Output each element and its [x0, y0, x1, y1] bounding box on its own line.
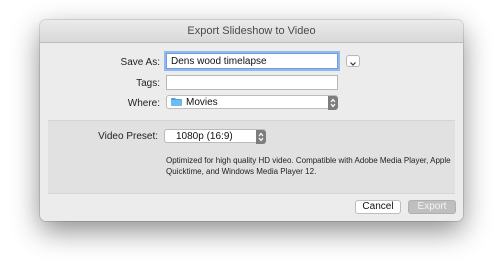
where-popup[interactable]: Movies — [166, 95, 338, 110]
cancel-button[interactable]: Cancel — [355, 200, 401, 214]
video-preset-label: Video Preset: — [98, 131, 158, 142]
where-label: Where: — [127, 98, 160, 109]
up-down-arrows-icon — [330, 98, 336, 108]
dialog-title: Export Slideshow to Video — [40, 20, 463, 43]
preset-stepper — [256, 130, 266, 144]
expand-dialog-button[interactable] — [346, 55, 360, 67]
export-dialog: Export Slideshow to Video Save As: Dens … — [40, 20, 463, 221]
chevron-down-icon — [350, 62, 356, 66]
video-preset-value: 1080p (16:9) — [176, 131, 233, 142]
up-down-arrows-icon — [258, 132, 264, 142]
video-preset-description: Optimized for high quality HD video. Com… — [166, 156, 451, 176]
save-as-value: Dens wood timelapse — [171, 56, 267, 67]
video-preset-popup[interactable]: 1080p (16:9) — [164, 129, 266, 144]
tags-field[interactable] — [166, 75, 338, 90]
export-button[interactable]: Export — [408, 200, 456, 214]
save-as-label: Save As: — [120, 57, 160, 68]
where-value: Movies — [186, 97, 218, 108]
save-as-field[interactable]: Dens wood timelapse — [166, 53, 338, 69]
tags-label: Tags: — [136, 78, 160, 89]
video-preset-section: Video Preset: 1080p (16:9) Optimized for… — [48, 120, 455, 194]
folder-icon — [171, 98, 182, 106]
where-stepper — [328, 96, 338, 110]
